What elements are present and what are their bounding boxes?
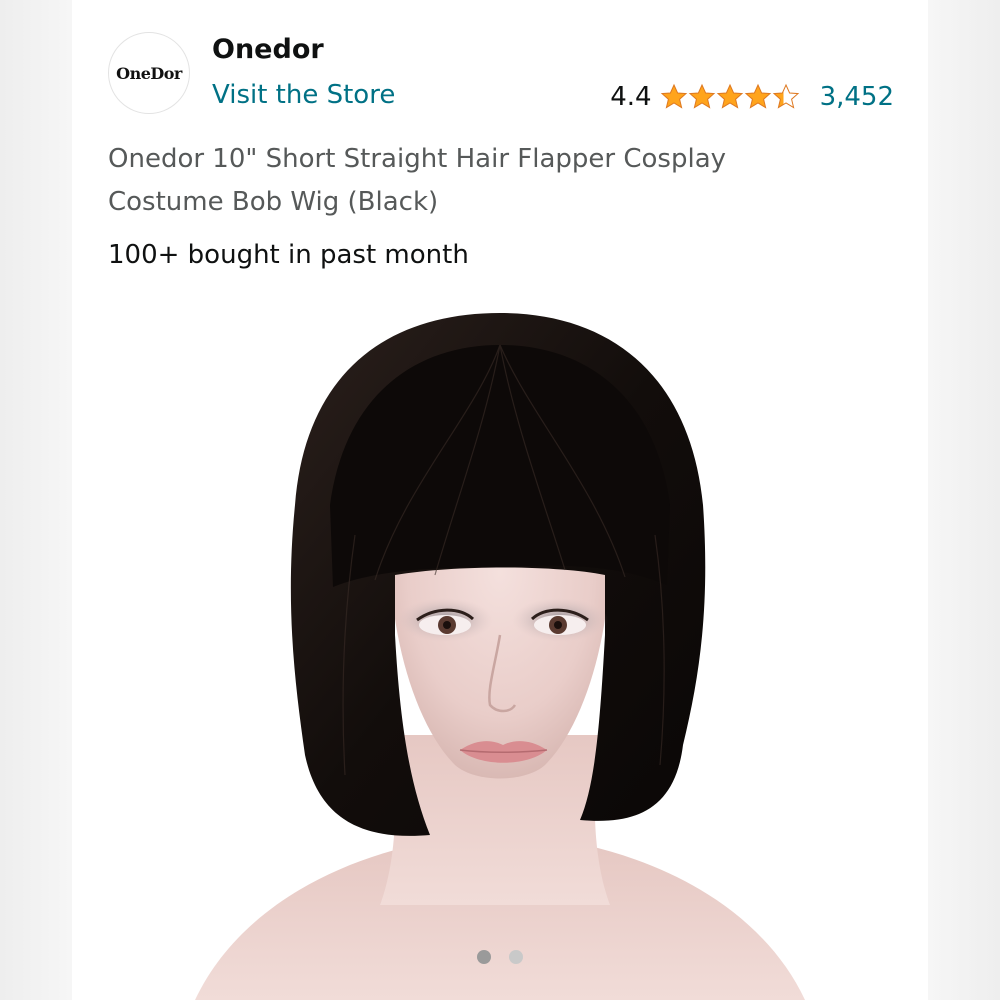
review-count-link[interactable]: 3,452 [820,82,894,112]
brand-name[interactable]: Onedor [212,34,324,65]
background-left [0,0,72,1000]
product-image[interactable] [155,305,845,1000]
brand-logo[interactable]: OneDor [108,32,190,114]
rating-value: 4.4 [610,82,652,112]
carousel-dot[interactable] [509,950,523,964]
star-icon [716,83,743,109]
rating-row[interactable]: 4.4 3,452 [610,80,894,114]
carousel-dot[interactable] [477,950,491,964]
star-icon [660,83,687,109]
brand-logo-text: OneDor [116,63,182,83]
purchase-count-text: 100+ bought in past month [108,240,469,270]
product-title: Onedor 10" Short Straight Hair Flapper C… [108,144,727,217]
star-rating[interactable] [660,83,800,111]
star-icon [744,83,771,109]
wig-mannequin-image [155,305,845,1000]
carousel-indicators[interactable] [72,950,928,964]
product-card: OneDor Onedor Visit the Store 4.4 3,452 … [72,0,928,1000]
background-right [928,0,1000,1000]
visit-store-link[interactable]: Visit the Store [212,80,395,110]
star-icon [688,83,715,109]
star-icon [772,83,799,109]
